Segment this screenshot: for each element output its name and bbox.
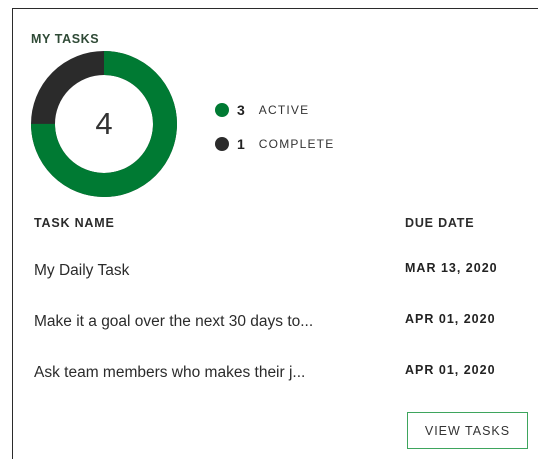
column-header-task-name: TASK NAME — [34, 216, 115, 230]
task-row[interactable]: Ask team members who makes their j... AP… — [0, 363, 538, 384]
card-title: MY TASKS — [31, 32, 100, 46]
task-name[interactable]: Make it a goal over the next 30 days to.… — [34, 313, 313, 331]
active-dot-icon — [215, 103, 229, 117]
task-due-date: APR 01, 2020 — [405, 363, 496, 377]
active-label: ACTIVE — [258, 103, 310, 117]
task-due-date: MAR 13, 2020 — [405, 261, 498, 275]
task-donut-chart: 4 — [31, 51, 177, 197]
view-tasks-button[interactable]: VIEW TASKS — [407, 412, 528, 449]
task-name[interactable]: Ask team members who makes their j... — [34, 364, 305, 382]
task-row[interactable]: Make it a goal over the next 30 days to.… — [0, 312, 538, 333]
task-row[interactable]: My Daily Task MAR 13, 2020 — [0, 261, 538, 282]
column-header-due-date: DUE DATE — [405, 216, 475, 230]
task-name[interactable]: My Daily Task — [34, 262, 129, 280]
total-task-count: 4 — [95, 106, 113, 141]
legend-item-active: 3 ACTIVE — [215, 100, 415, 120]
task-due-date: APR 01, 2020 — [405, 312, 496, 326]
complete-dot-icon — [215, 137, 229, 151]
active-count: 3 — [237, 102, 245, 118]
complete-count: 1 — [237, 136, 245, 152]
complete-label: COMPLETE — [258, 137, 335, 151]
legend-item-complete: 1 COMPLETE — [215, 134, 415, 154]
